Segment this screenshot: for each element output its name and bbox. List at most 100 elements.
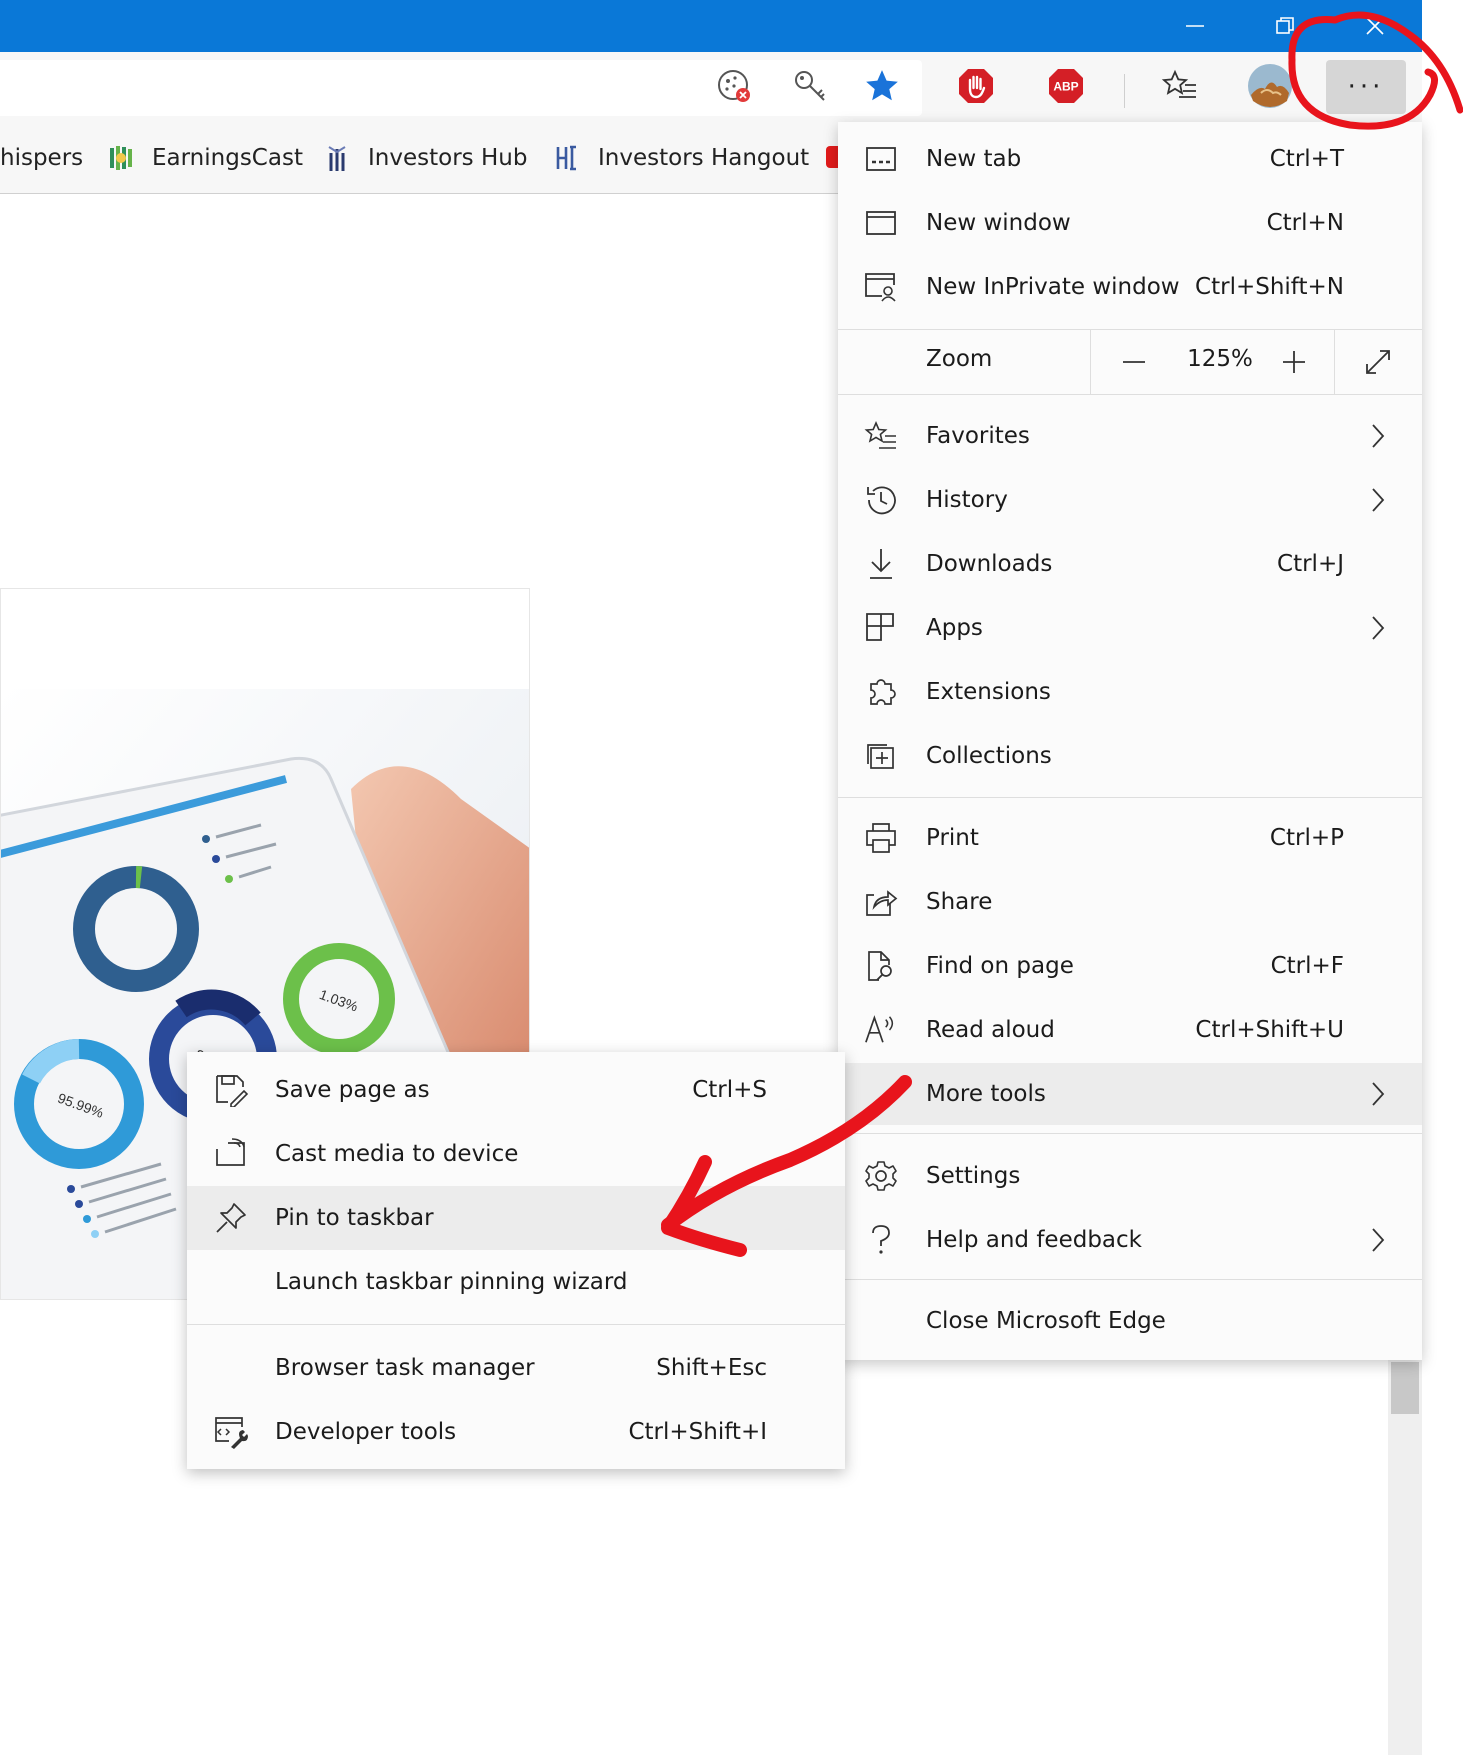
- favorite-item-investors-hangout[interactable]: Investors Hangout: [552, 140, 809, 176]
- chevron-right-icon: [1368, 485, 1388, 515]
- favorite-label: hispers: [0, 145, 84, 171]
- menu-label: Collections: [926, 743, 1052, 769]
- download-icon: [864, 547, 898, 581]
- menu-item-history[interactable]: History: [838, 469, 1422, 531]
- minimize-button[interactable]: [1160, 0, 1230, 52]
- menu-item-help-and-feedback[interactable]: Help and feedback: [838, 1209, 1422, 1271]
- favorite-item-whispers[interactable]: hispers: [0, 140, 83, 176]
- menu-item-print[interactable]: Print Ctrl+P: [838, 807, 1422, 869]
- menu-shortcut: Ctrl+Shift+U: [1195, 1017, 1344, 1043]
- menu-label: History: [926, 487, 1008, 513]
- add-favorite-button[interactable]: [858, 62, 906, 110]
- passwords-button[interactable]: [786, 62, 834, 110]
- menu-item-new-inprivate-window[interactable]: New InPrivate window Ctrl+Shift+N: [838, 256, 1422, 318]
- menu-separator: [838, 1279, 1422, 1280]
- favorite-item-earningscast[interactable]: EarningsCast: [106, 140, 303, 176]
- zoom-in-button[interactable]: [1270, 340, 1318, 384]
- developer-tools-icon: [213, 1414, 249, 1450]
- menu-separator: [187, 1324, 845, 1325]
- zoom-out-button[interactable]: [1110, 340, 1158, 384]
- minus-icon: [1123, 361, 1145, 363]
- menu-item-browser-task-manager[interactable]: Browser task manager Shift+Esc: [187, 1336, 845, 1400]
- menu-item-save-page-as[interactable]: Save page as Ctrl+S: [187, 1058, 845, 1122]
- gear-icon: [864, 1159, 898, 1193]
- adblock-label: ABP: [1053, 80, 1078, 94]
- menu-shortcut: Shift+Esc: [656, 1355, 767, 1381]
- favorites-button[interactable]: [1156, 62, 1204, 110]
- menu-item-collections[interactable]: Collections: [838, 725, 1422, 787]
- menu-label: Share: [926, 889, 993, 915]
- close-window-button[interactable]: [1340, 0, 1410, 52]
- chevron-right-icon: [1368, 613, 1388, 643]
- menu-item-find-on-page[interactable]: Find on page Ctrl+F: [838, 935, 1422, 997]
- puzzle-icon: [864, 675, 898, 709]
- menu-item-developer-tools[interactable]: Developer tools Ctrl+Shift+I: [187, 1400, 845, 1464]
- favorite-label: Investors Hangout: [598, 145, 810, 171]
- menu-label: Developer tools: [275, 1419, 457, 1445]
- settings-and-more-menu: New tab Ctrl+T New window Ctrl+N New InP…: [838, 122, 1422, 1360]
- menu-label: Settings: [926, 1163, 1021, 1189]
- settings-and-more-button[interactable]: ···: [1326, 60, 1406, 114]
- menu-item-pin-to-taskbar[interactable]: Pin to taskbar: [187, 1186, 845, 1250]
- menu-item-downloads[interactable]: Downloads Ctrl+J: [838, 533, 1422, 595]
- hand-stop-extension-icon: [959, 69, 993, 103]
- chevron-right-icon: [1368, 421, 1388, 451]
- read-aloud-icon: [864, 1013, 898, 1047]
- favorite-label: EarningsCast: [152, 145, 303, 171]
- menu-item-close-edge[interactable]: Close Microsoft Edge: [838, 1290, 1422, 1352]
- menu-label: Favorites: [926, 423, 1030, 449]
- menu-label: New InPrivate window: [926, 274, 1180, 300]
- menu-item-extensions[interactable]: Extensions: [838, 661, 1422, 723]
- page-scrollbar-track[interactable]: [1388, 1360, 1422, 1755]
- investorshub-favicon-icon: [322, 143, 352, 173]
- chevron-right-icon: [1368, 1079, 1388, 1109]
- menu-item-new-tab[interactable]: New tab Ctrl+T: [838, 128, 1422, 190]
- adblock-button[interactable]: ABP: [1042, 62, 1090, 110]
- more-tools-submenu: Save page as Ctrl+S Cast media to device…: [187, 1052, 845, 1469]
- zoom-divider: [1334, 330, 1335, 394]
- favorites-list-icon: [1161, 69, 1196, 98]
- menu-item-more-tools[interactable]: More tools: [838, 1063, 1422, 1125]
- menu-item-cast-media[interactable]: Cast media to device: [187, 1122, 845, 1186]
- restore-button[interactable]: [1250, 0, 1320, 52]
- menu-separator: [838, 1133, 1422, 1134]
- menu-shortcut: Ctrl+Shift+N: [1195, 274, 1344, 300]
- menu-item-read-aloud[interactable]: Read aloud Ctrl+Shift+U: [838, 999, 1422, 1061]
- menu-label: Save page as: [275, 1077, 430, 1103]
- menu-label: Browser task manager: [275, 1355, 535, 1381]
- menu-label: Print: [926, 825, 979, 851]
- zoom-row: Zoom 125%: [838, 330, 1422, 394]
- question-mark-icon: [864, 1223, 898, 1257]
- pin-icon: [213, 1200, 249, 1236]
- menu-separator: [838, 394, 1422, 395]
- chevron-right-icon: [1368, 1225, 1388, 1255]
- cast-icon: [213, 1136, 249, 1172]
- share-icon: [864, 885, 898, 919]
- zoom-label: Zoom: [926, 346, 993, 372]
- earningscast-favicon-icon: [106, 143, 136, 173]
- plus-icon: [1283, 351, 1305, 373]
- history-icon: [864, 483, 898, 517]
- address-bar[interactable]: [0, 60, 922, 116]
- collections-icon: [864, 739, 898, 773]
- page-scrollbar-thumb[interactable]: [1391, 1362, 1419, 1414]
- menu-label: Cast media to device: [275, 1141, 519, 1167]
- investorshangout-favicon-icon: [552, 143, 582, 173]
- profile-button[interactable]: [1246, 62, 1294, 110]
- favorites-bar: hispers EarningsCast Investors Hub Inves…: [0, 122, 840, 194]
- printer-icon: [864, 821, 898, 855]
- inprivate-window-icon: [864, 270, 898, 304]
- fullscreen-icon: [1366, 350, 1390, 374]
- fullscreen-button[interactable]: [1352, 340, 1404, 384]
- stop-extension-button[interactable]: [952, 62, 1000, 110]
- save-page-icon: [213, 1072, 249, 1108]
- menu-item-new-window[interactable]: New window Ctrl+N: [838, 192, 1422, 254]
- menu-item-settings[interactable]: Settings: [838, 1145, 1422, 1207]
- cookie-button[interactable]: [710, 62, 758, 110]
- favorite-item-investors-hub[interactable]: Investors Hub: [322, 140, 527, 176]
- menu-item-favorites[interactable]: Favorites: [838, 405, 1422, 467]
- menu-item-apps[interactable]: Apps: [838, 597, 1422, 659]
- menu-item-share[interactable]: Share: [838, 871, 1422, 933]
- menu-label: Apps: [926, 615, 983, 641]
- menu-item-launch-pinning-wizard[interactable]: Launch taskbar pinning wizard: [187, 1250, 845, 1314]
